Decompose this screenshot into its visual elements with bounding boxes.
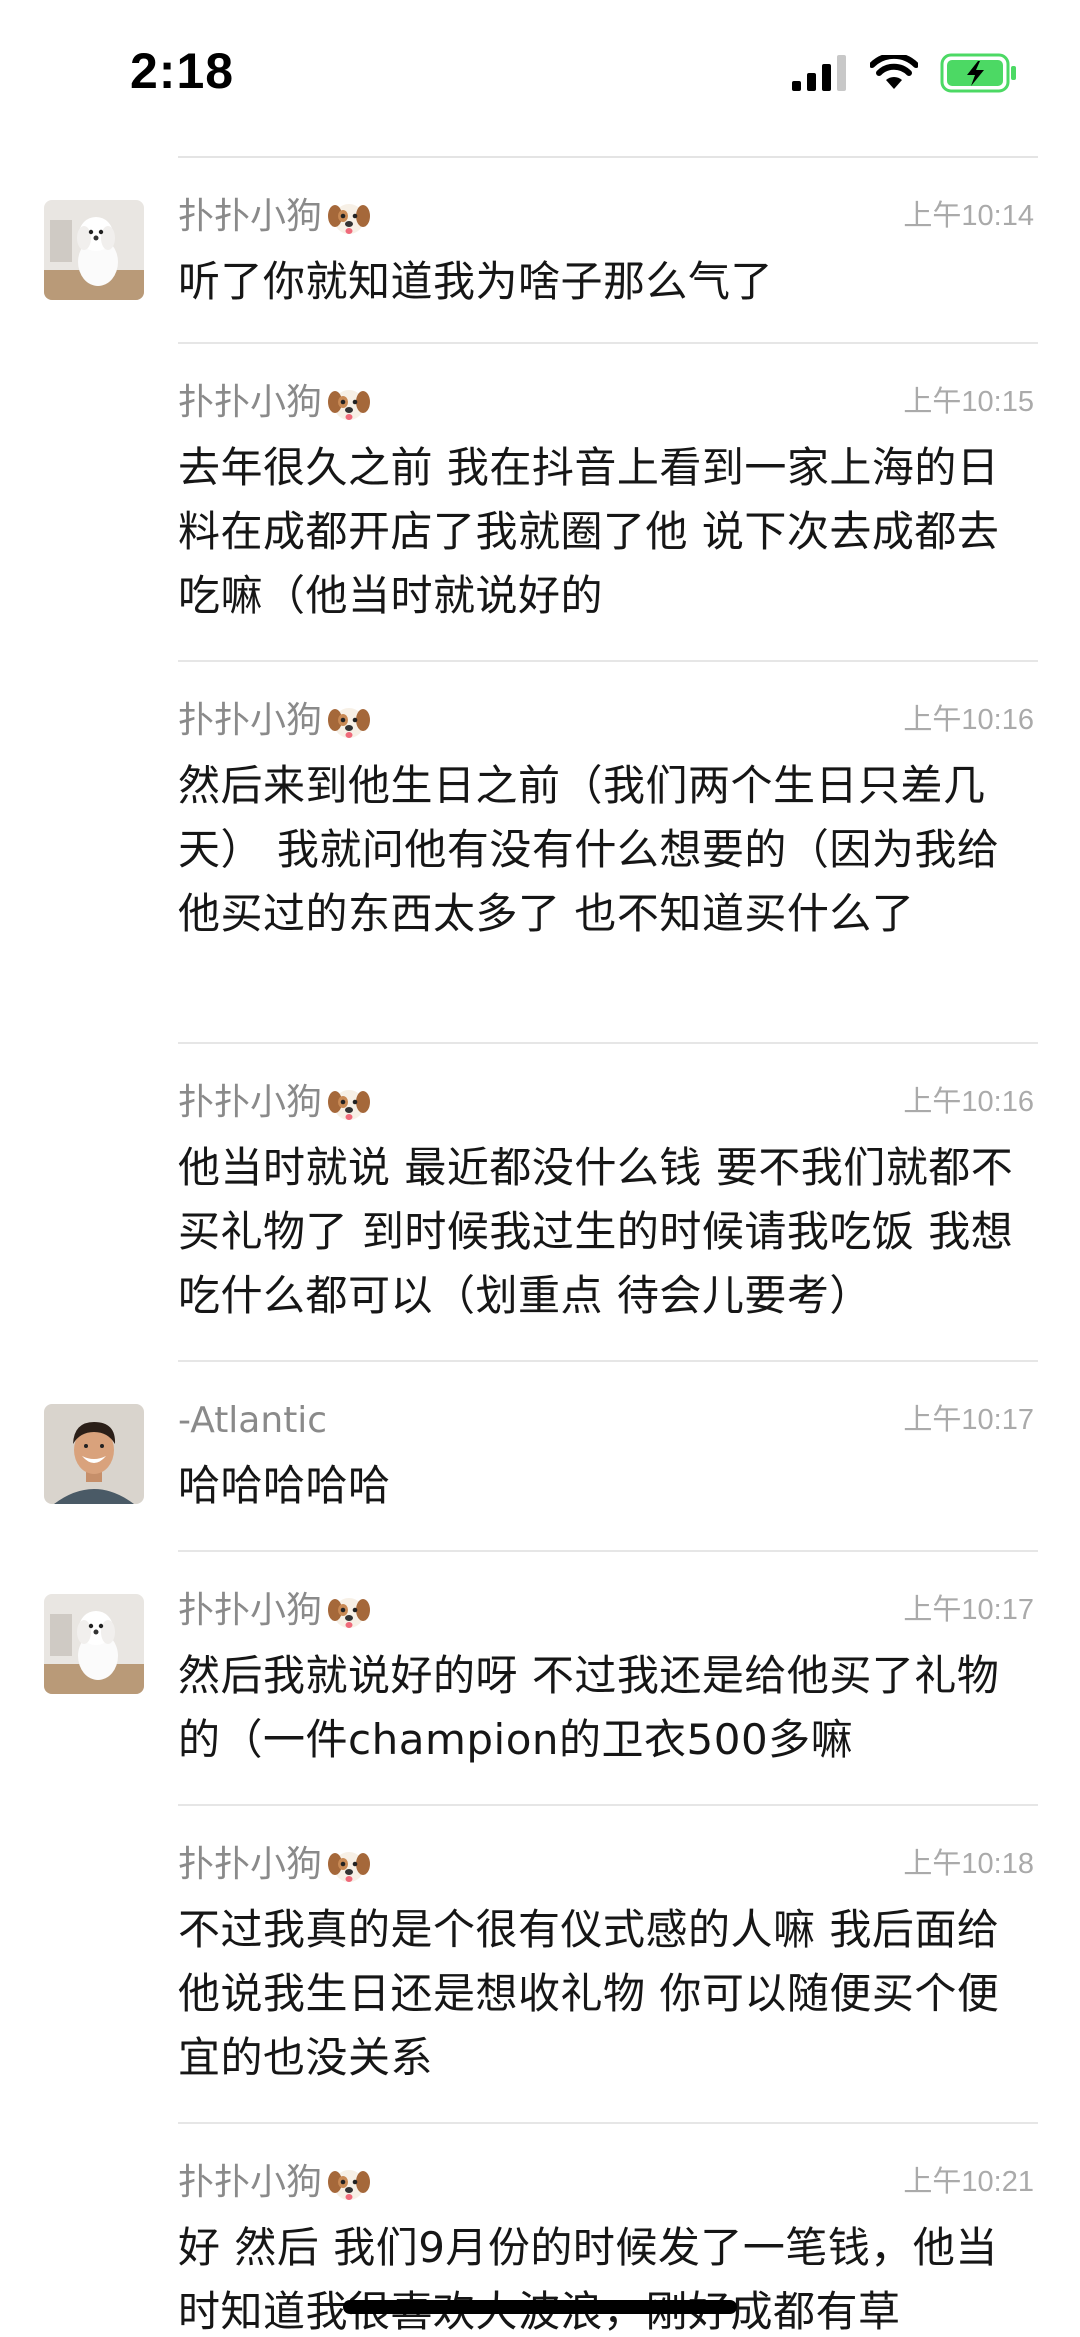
message-item[interactable]: 扑扑小狗 上午10:16 他当时就说 最近都没什么钱 要不我们就都不买礼物了 到… [0, 1044, 1080, 1362]
sender-row: 扑扑小狗 [178, 376, 372, 430]
message-time: 上午10:17 [903, 1404, 1034, 1436]
dog-avatar[interactable] [44, 1594, 144, 1694]
sender-row: -Atlantic [178, 1394, 327, 1448]
dog-avatar[interactable] [44, 200, 144, 300]
sender-row: 扑扑小狗 [178, 190, 372, 244]
message-time: 上午10:15 [903, 386, 1034, 418]
sender-row: 扑扑小狗 [178, 2156, 372, 2210]
message-time: 上午10:16 [903, 1086, 1034, 1118]
dog-face-emoji-icon [328, 1090, 371, 1120]
sender-name[interactable]: 扑扑小狗 [178, 1838, 322, 1892]
message-item[interactable]: 扑扑小狗 上午10:17 然后我就说好的呀 不过我还是给他买了礼物的（一件cha… [0, 1552, 1080, 1806]
message-text[interactable]: 听了你就知道我为啥子那么气了 [178, 250, 1028, 314]
sender-row: 扑扑小狗 [178, 1584, 372, 1638]
message-item[interactable]: 扑扑小狗 上午10:18 不过我真的是个很有仪式感的人嘛 我后面给他说我生日还是… [0, 1806, 1080, 2124]
message-item[interactable]: 扑扑小狗 上午10:16 然后来到他生日之前（我们两个生日只差几天） 我就问他有… [0, 662, 1080, 1044]
dog-face-emoji-icon [328, 1852, 371, 1882]
message-time: 上午10:21 [903, 2166, 1034, 2198]
message-text[interactable]: 然后来到他生日之前（我们两个生日只差几天） 我就问他有没有什么想要的（因为我给他… [178, 754, 1028, 946]
sender-name[interactable]: 扑扑小狗 [178, 1076, 322, 1130]
dog-face-emoji-icon [328, 204, 371, 234]
message-item[interactable]: 扑扑小狗 上午10:15 去年很久之前 我在抖音上看到一家上海的日料在成都开店了… [0, 344, 1080, 662]
message-time: 上午10:14 [903, 200, 1034, 232]
message-text[interactable]: 然后我就说好的呀 不过我还是给他买了礼物的（一件champion的卫衣500多嘛 [178, 1644, 1028, 1772]
sender-name[interactable]: 扑扑小狗 [178, 376, 322, 430]
message-text[interactable]: 好 然后 我们9月份的时候发了一笔钱，他当时知道我很喜欢大波浪，刚好成都有草 [178, 2216, 1028, 2337]
chat-history-list[interactable]: 扑扑小狗 上午10:14 听了你就知道我为啥子那么气了 扑扑小狗 上午10:15… [0, 0, 1080, 2337]
dog-face-emoji-icon [328, 1598, 371, 1628]
sender-name[interactable]: 扑扑小狗 [178, 190, 322, 244]
man-avatar[interactable] [44, 1404, 144, 1504]
sender-name[interactable]: 扑扑小狗 [178, 694, 322, 748]
message-item[interactable]: -Atlantic 上午10:17 哈哈哈哈哈 [0, 1362, 1080, 1552]
message-text[interactable]: 哈哈哈哈哈 [178, 1454, 1028, 1518]
message-time: 上午10:17 [903, 1594, 1034, 1626]
message-text[interactable]: 不过我真的是个很有仪式感的人嘛 我后面给他说我生日还是想收礼物 你可以随便买个便… [178, 1898, 1028, 2090]
dog-face-emoji-icon [328, 390, 371, 420]
message-text[interactable]: 他当时就说 最近都没什么钱 要不我们就都不买礼物了 到时候我过生的时候请我吃饭 … [178, 1136, 1028, 1328]
sender-row: 扑扑小狗 [178, 1076, 372, 1130]
dog-face-emoji-icon [328, 2170, 371, 2200]
message-time: 上午10:18 [903, 1848, 1034, 1880]
sender-row: 扑扑小狗 [178, 694, 372, 748]
dog-face-emoji-icon [328, 708, 371, 738]
sender-name[interactable]: 扑扑小狗 [178, 2156, 322, 2210]
home-indicator[interactable] [343, 2300, 737, 2314]
message-item[interactable]: 扑扑小狗 上午10:14 听了你就知道我为啥子那么气了 [0, 158, 1080, 344]
message-time: 上午10:16 [903, 704, 1034, 736]
sender-name[interactable]: -Atlantic [178, 1394, 327, 1448]
sender-row: 扑扑小狗 [178, 1838, 372, 1892]
sender-name[interactable]: 扑扑小狗 [178, 1584, 322, 1638]
message-text[interactable]: 去年很久之前 我在抖音上看到一家上海的日料在成都开店了我就圈了他 说下次去成都去… [178, 436, 1028, 628]
